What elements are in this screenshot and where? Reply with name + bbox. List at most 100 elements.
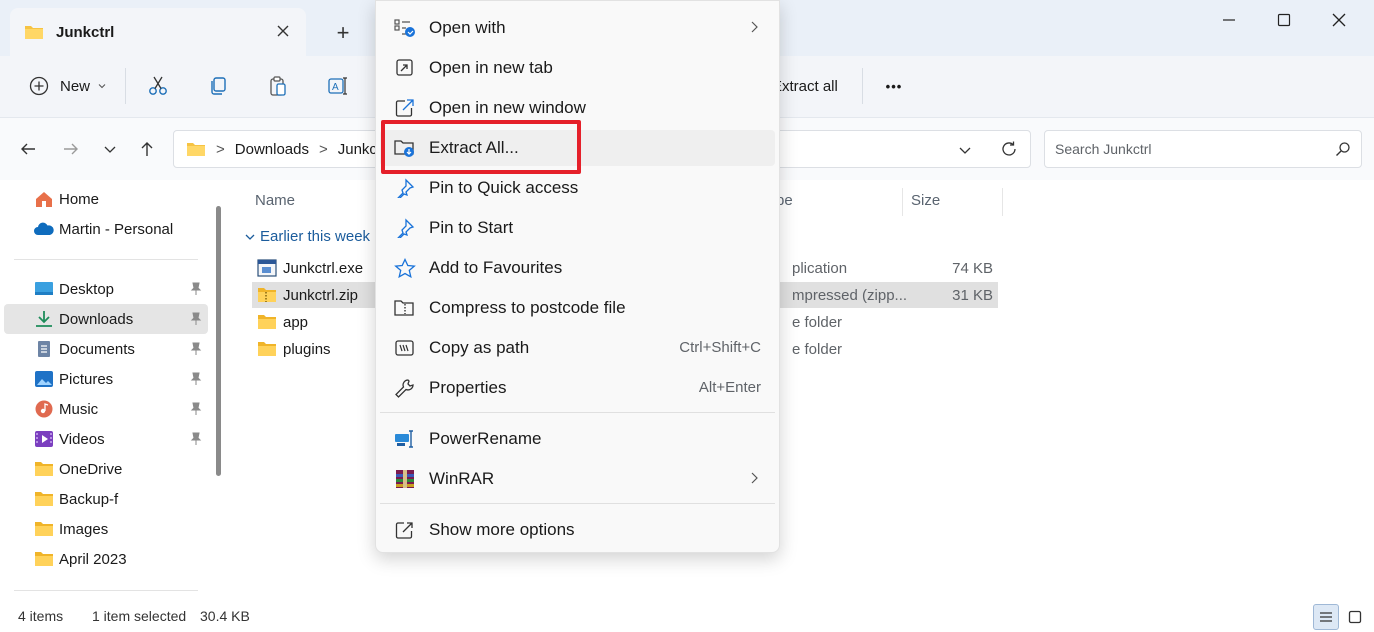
sidebar-item-downloads[interactable]: Downloads bbox=[4, 304, 208, 334]
maximize-icon bbox=[1277, 13, 1291, 27]
sidebar-item-pictures[interactable]: Pictures bbox=[4, 364, 208, 394]
sidebar-item-home[interactable]: Home bbox=[4, 184, 208, 214]
chevron-right-icon bbox=[751, 472, 758, 484]
tab-junkctrl[interactable]: Junkctrl bbox=[10, 8, 306, 56]
details-view-button[interactable] bbox=[1313, 604, 1339, 630]
menu-item-open-in-new-tab[interactable]: Open in new tab bbox=[380, 50, 775, 86]
column-divider[interactable] bbox=[1002, 188, 1003, 216]
menu-item-label: WinRAR bbox=[429, 469, 495, 488]
group-header[interactable]: Earlier this week bbox=[244, 228, 370, 245]
details-view-icon bbox=[1320, 612, 1332, 622]
menu-item-pin-to-start[interactable]: Pin to Start bbox=[380, 210, 775, 246]
menu-item-properties[interactable]: Properties Alt+Enter bbox=[380, 370, 775, 406]
exe-icon bbox=[257, 259, 277, 277]
breadcrumb-separator: > bbox=[216, 140, 225, 158]
menu-item-label: Open in new window bbox=[429, 98, 586, 117]
menu-item-show-more-options[interactable]: Show more options bbox=[380, 512, 775, 548]
copy-icon bbox=[211, 77, 226, 95]
selection-size: 30.4 KB bbox=[200, 608, 250, 624]
sidebar-item-music[interactable]: Music bbox=[4, 394, 208, 424]
pin-icon[interactable] bbox=[190, 402, 202, 416]
close-window-button[interactable] bbox=[1316, 6, 1362, 34]
open-with-icon bbox=[394, 19, 415, 37]
menu-item-copy-as-path[interactable]: Copy as path Ctrl+Shift+C bbox=[380, 330, 775, 366]
winrar-icon bbox=[396, 470, 414, 488]
open-new-window-icon bbox=[395, 99, 414, 117]
tiles-view-button[interactable] bbox=[1342, 604, 1368, 630]
sidebar-item-images[interactable]: Images bbox=[4, 514, 208, 544]
folder-icon bbox=[35, 462, 53, 476]
menu-item-shortcut: Ctrl+Shift+C bbox=[679, 339, 761, 356]
copy-button[interactable] bbox=[204, 70, 232, 102]
rename-button[interactable]: A bbox=[324, 70, 352, 102]
wrench-icon bbox=[395, 379, 414, 398]
menu-item-shortcut: Alt+Enter bbox=[698, 379, 761, 396]
column-header-size[interactable]: Size bbox=[911, 192, 940, 209]
up-button[interactable] bbox=[134, 136, 160, 162]
search-icon[interactable] bbox=[1335, 141, 1351, 157]
extract-all-toolbar-button[interactable]: Extract all bbox=[772, 70, 842, 102]
minimize-button[interactable] bbox=[1206, 6, 1252, 34]
refresh-icon[interactable] bbox=[1000, 140, 1018, 158]
tab-close-icon[interactable] bbox=[274, 22, 292, 40]
folder-icon bbox=[25, 26, 43, 39]
chevron-down-icon bbox=[98, 84, 106, 89]
file-size: 74 KB bbox=[952, 259, 993, 277]
maximize-button[interactable] bbox=[1261, 6, 1307, 34]
sidebar-item-label: Images bbox=[59, 520, 109, 538]
search-box[interactable]: Search Junkctrl bbox=[1044, 130, 1362, 168]
powerrename-icon bbox=[395, 430, 413, 448]
pin-icon[interactable] bbox=[190, 342, 202, 356]
close-icon bbox=[1332, 13, 1346, 27]
sidebar-scrollbar[interactable] bbox=[216, 206, 221, 476]
open-new-tab-icon bbox=[396, 59, 413, 76]
new-button[interactable]: New bbox=[26, 70, 110, 102]
menu-item-open-with[interactable]: Open with bbox=[380, 10, 775, 46]
menu-item-pin-to-quick-access[interactable]: Pin to Quick access bbox=[380, 170, 775, 206]
pin-icon[interactable] bbox=[190, 312, 202, 326]
pin-icon[interactable] bbox=[190, 432, 202, 446]
group-label: Earlier this week bbox=[260, 228, 371, 245]
column-divider[interactable] bbox=[902, 188, 903, 216]
sidebar-item-martin-personal[interactable]: Martin - Personal bbox=[4, 214, 208, 244]
back-button[interactable] bbox=[15, 136, 41, 162]
sidebar-item-backup-f[interactable]: Backup-f bbox=[4, 484, 208, 514]
sidebar-item-onedrive[interactable]: OneDrive bbox=[4, 454, 208, 484]
paste-button[interactable] bbox=[264, 70, 292, 102]
menu-item-add-to-favourites[interactable]: Add to Favourites bbox=[380, 250, 775, 286]
menu-item-powerrename[interactable]: PowerRename bbox=[380, 421, 775, 457]
file-name: Junkctrl.zip bbox=[283, 286, 359, 304]
sidebar-divider bbox=[14, 259, 198, 260]
cut-button[interactable] bbox=[144, 70, 172, 102]
see-more-button[interactable]: ••• bbox=[880, 70, 908, 102]
sidebar-item-label: April 2023 bbox=[59, 550, 127, 568]
menu-item-winrar[interactable]: WinRAR bbox=[380, 461, 775, 497]
column-header-name[interactable]: Name bbox=[255, 192, 295, 209]
new-tab-button[interactable]: + bbox=[330, 20, 356, 46]
music-icon bbox=[35, 400, 53, 418]
forward-button[interactable] bbox=[58, 136, 84, 162]
sidebar-item-label: Home bbox=[59, 190, 100, 208]
sidebar-item-label: Downloads bbox=[59, 310, 134, 328]
new-label: New bbox=[59, 77, 90, 95]
rename-icon: A bbox=[328, 77, 347, 95]
pin-icon[interactable] bbox=[190, 282, 202, 296]
chevron-down-icon[interactable] bbox=[958, 143, 972, 157]
menu-item-label: Pin to Start bbox=[429, 218, 514, 237]
sidebar-item-desktop[interactable]: Desktop bbox=[4, 274, 208, 304]
recent-locations-button[interactable] bbox=[97, 136, 123, 162]
folder-icon bbox=[35, 492, 53, 506]
folder-icon bbox=[258, 342, 276, 356]
arrow-up-icon bbox=[141, 142, 153, 156]
pin-icon[interactable] bbox=[190, 372, 202, 386]
breadcrumb-downloads[interactable]: Downloads bbox=[235, 141, 309, 158]
menu-separator bbox=[380, 412, 775, 413]
menu-item-compress[interactable]: Compress to postcode file bbox=[380, 290, 775, 326]
status-bar: 4 items 1 item selected 30.4 KB bbox=[0, 602, 1374, 632]
pictures-icon bbox=[35, 371, 53, 387]
sidebar-item-documents[interactable]: Documents bbox=[4, 334, 208, 364]
sidebar-item-april-2023[interactable]: April 2023 bbox=[4, 544, 208, 574]
chevron-right-icon bbox=[751, 21, 758, 33]
menu-item-label: Properties bbox=[429, 378, 507, 397]
sidebar-item-videos[interactable]: Videos bbox=[4, 424, 208, 454]
